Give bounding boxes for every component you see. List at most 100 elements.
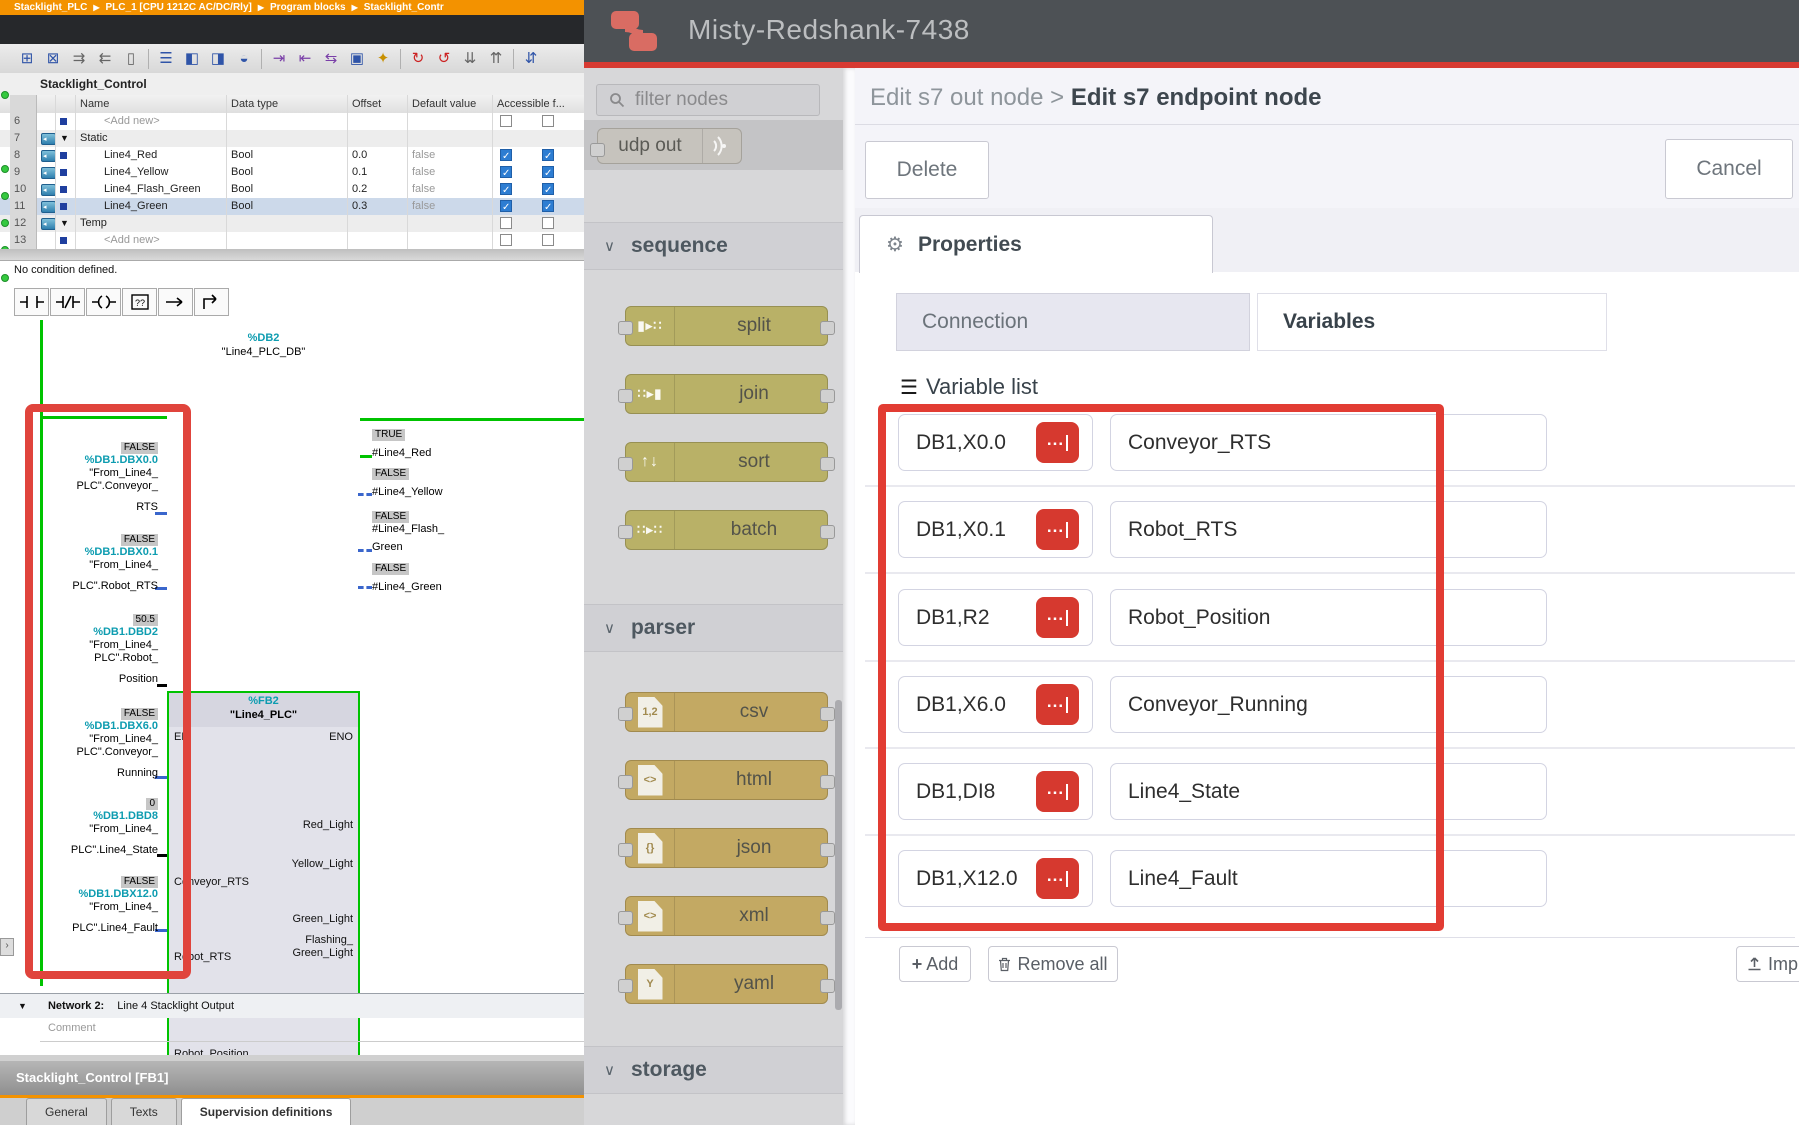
accessible-checkbox[interactable] (500, 217, 512, 229)
table-row[interactable]: 8 Line4_Red Bool 0.0 false (0, 147, 584, 165)
collapse-caret-icon[interactable]: ▼ (60, 218, 69, 228)
row-name[interactable]: Line4_Red (76, 147, 227, 164)
node-output-port[interactable] (820, 321, 835, 335)
palette-node-udp-out[interactable]: udp out (597, 128, 742, 164)
palette-category-storage[interactable]: ∨ storage (584, 1046, 843, 1094)
block-icon[interactable]: ▯ (118, 46, 144, 72)
panel-divider[interactable] (0, 249, 584, 261)
node-palette[interactable]: filter nodes udp out ∨ sequence ▮▸∷ spli… (584, 68, 843, 1125)
indent-icon[interactable]: ⇉ (66, 46, 92, 72)
palette-node-json[interactable]: {} json (625, 828, 828, 868)
row-default[interactable]: false (408, 164, 493, 181)
tab-variables[interactable]: Variables (1257, 293, 1607, 351)
row-default[interactable]: false (408, 198, 493, 215)
redo-icon[interactable]: ↻ (405, 46, 431, 72)
output-operand[interactable]: FALSE #Line4_Yellow (372, 467, 522, 499)
pin-output[interactable]: Green_Light (292, 947, 353, 960)
monitor-toggle-icon[interactable]: ▣ (344, 46, 370, 72)
expand-networks-icon[interactable]: ◧ (179, 46, 205, 72)
add-variable-button[interactable]: + Add (899, 946, 971, 982)
writable-checkbox[interactable] (542, 183, 554, 195)
table-row-selected[interactable]: 11 Line4_Green Bool 0.3 false (0, 198, 584, 216)
writable-checkbox[interactable] (542, 115, 554, 127)
row-name[interactable]: Line4_Green (76, 198, 227, 215)
output-operand[interactable]: FALSE #Line4_Flash_ Green (372, 510, 522, 554)
snapshot-icon[interactable]: ✦ (370, 46, 396, 72)
header-offset[interactable]: Offset (348, 95, 408, 113)
palette-node-split[interactable]: ▮▸∷ split (625, 306, 828, 346)
palette-search[interactable]: filter nodes (596, 84, 820, 116)
palette-node-yaml[interactable]: Y yaml (625, 964, 828, 1004)
sync-icon[interactable]: ⇆ (318, 46, 344, 72)
palette-node-join[interactable]: ∷▸▮ join (625, 374, 828, 414)
breadcrumb-parent-link[interactable]: Edit s7 out node (870, 84, 1043, 111)
node-input-port[interactable] (618, 321, 633, 335)
node-output-port[interactable] (820, 911, 835, 925)
coil-icon[interactable] (86, 288, 121, 316)
breadcrumb-item[interactable]: Program blocks (270, 2, 346, 13)
writable-checkbox[interactable] (542, 166, 554, 178)
pin-output[interactable]: Flashing_ (305, 934, 353, 947)
compare-icon[interactable]: ⇵ (518, 46, 544, 72)
empty-box-icon[interactable]: ?? (122, 288, 157, 316)
network-comment[interactable]: Comment (48, 1022, 96, 1034)
table-row[interactable]: 9 Line4_Yellow Bool 0.1 false (0, 164, 584, 182)
accessible-checkbox[interactable] (500, 234, 512, 246)
palette-node-html[interactable]: <> html (625, 760, 828, 800)
table-row-group[interactable]: 7 ▼ Static (0, 130, 584, 148)
network-2-bar[interactable]: ▼ Network 2: Line 4 Stacklight Output (0, 993, 584, 1018)
node-input-port[interactable] (590, 143, 605, 157)
accessible-checkbox[interactable] (500, 166, 512, 178)
db-instance-label[interactable]: %DB2 "Line4_PLC_DB" (167, 331, 360, 359)
tab-texts[interactable]: Texts (111, 1098, 177, 1125)
download-icon[interactable]: ⇥ (266, 46, 292, 72)
collapse-caret-icon[interactable]: ▼ (60, 133, 69, 143)
tray-left-edge[interactable] (843, 68, 855, 1125)
remove-all-button[interactable]: Remove all (988, 946, 1118, 982)
table-row-group[interactable]: 12 ▼ Temp (0, 215, 584, 233)
fbd-editor[interactable]: %DB2 "Line4_PLC_DB" %FB2 "Line4_PLC" EN … (0, 318, 584, 993)
network-description[interactable]: Line 4 Stacklight Output (117, 1000, 234, 1012)
contact-no-icon[interactable] (14, 288, 49, 316)
node-input-port[interactable] (618, 775, 633, 789)
table-row[interactable]: 6 <Add new> (0, 113, 584, 131)
accessible-checkbox[interactable] (500, 149, 512, 161)
header-name[interactable]: Name (76, 95, 227, 113)
node-input-port[interactable] (618, 457, 633, 471)
palette-category-sequence[interactable]: ∨ sequence (584, 222, 843, 270)
network-collapse-icon[interactable]: ▼ (18, 1001, 27, 1011)
row-name[interactable]: Temp (76, 215, 227, 232)
node-output-port[interactable] (820, 775, 835, 789)
node-output-port[interactable] (820, 389, 835, 403)
row-name[interactable]: Line4_Flash_Green (76, 181, 227, 198)
writable-checkbox[interactable] (542, 200, 554, 212)
node-output-port[interactable] (820, 707, 835, 721)
save-values-icon[interactable]: ⇈ (483, 46, 509, 72)
row-name[interactable]: <Add new> (76, 113, 227, 130)
row-name[interactable]: <Add new> (76, 232, 227, 249)
row-default[interactable]: false (408, 147, 493, 164)
accessible-checkbox[interactable] (500, 183, 512, 195)
pin-output[interactable]: Yellow_Light (292, 858, 353, 871)
upload-icon[interactable]: ⇤ (292, 46, 318, 72)
breadcrumb-item[interactable]: PLC_1 [CPU 1212C AC/DC/Rly] (106, 2, 252, 13)
tab-general[interactable]: General (26, 1098, 107, 1125)
row-name[interactable]: Static (76, 130, 227, 147)
tab-properties[interactable]: ⚙ Properties (859, 215, 1213, 273)
table-row[interactable]: 10 Line4_Flash_Green Bool 0.2 false (0, 181, 584, 199)
palette-node-sort[interactable]: ↑↓ sort (625, 442, 828, 482)
contact-nc-icon[interactable] (50, 288, 85, 316)
node-output-port[interactable] (820, 525, 835, 539)
writable-checkbox[interactable] (542, 217, 554, 229)
outdent-icon[interactable]: ⇇ (92, 46, 118, 72)
row-default[interactable]: false (408, 181, 493, 198)
row-type[interactable]: Bool (227, 198, 348, 215)
output-operand[interactable]: TRUE #Line4_Red (372, 428, 522, 460)
cancel-button[interactable]: Cancel (1665, 139, 1793, 199)
header-accessible[interactable]: Accessible f... (493, 95, 583, 113)
pin-output[interactable]: Red_Light (303, 819, 353, 832)
node-input-port[interactable] (618, 979, 633, 993)
header-data-type[interactable]: Data type (227, 95, 348, 113)
palette-node-csv[interactable]: 1,2 csv (625, 692, 828, 732)
row-offset[interactable]: 0.2 (348, 181, 408, 198)
